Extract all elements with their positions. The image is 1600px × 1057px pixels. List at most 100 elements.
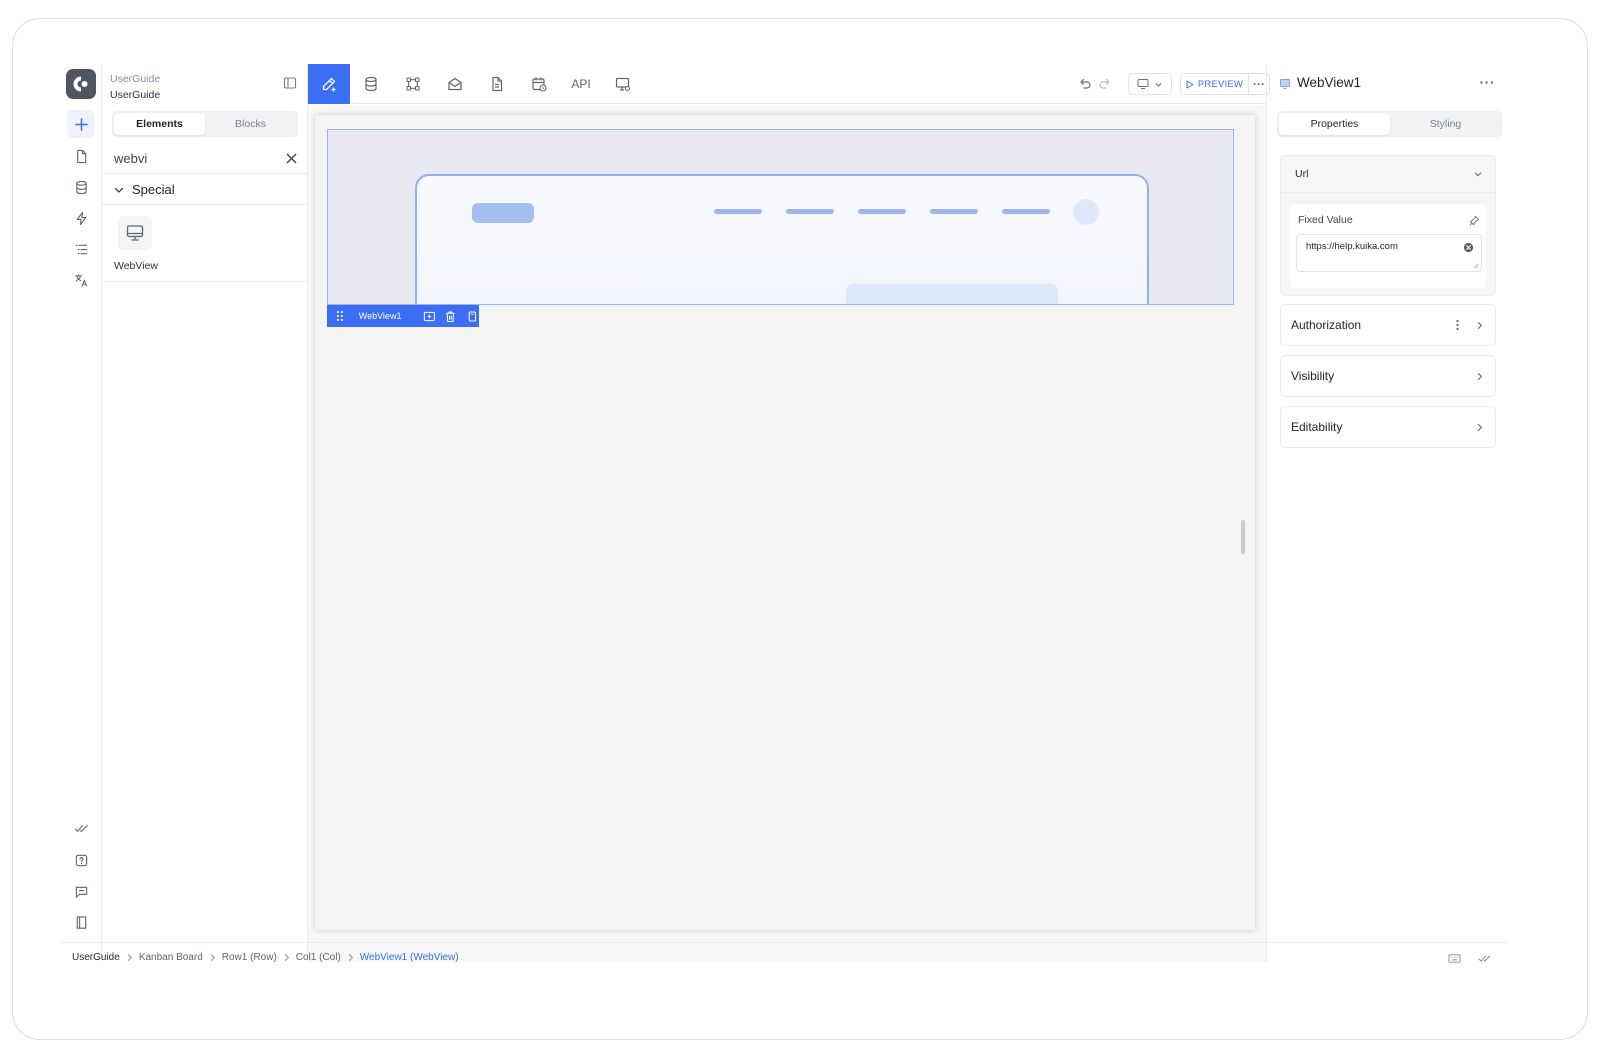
chevron-down-icon bbox=[114, 187, 124, 193]
play-icon bbox=[1186, 80, 1194, 88]
webview-element[interactable] bbox=[327, 129, 1234, 305]
elements-blocks-toggle: Elements Blocks bbox=[112, 111, 298, 137]
redo-icon[interactable] bbox=[1098, 77, 1112, 91]
section-editability[interactable]: Editability bbox=[1280, 406, 1496, 448]
device-selector[interactable] bbox=[1128, 73, 1172, 95]
app-logo[interactable] bbox=[66, 69, 96, 99]
api-button[interactable]: API bbox=[560, 64, 602, 104]
keyboard-icon[interactable] bbox=[1448, 952, 1461, 965]
status-bar: UserGuide Kanban Board Row1 (Row) Col1 (… bbox=[60, 942, 1508, 972]
url-input[interactable]: https://help.kuika.com bbox=[1296, 234, 1482, 272]
chat-icon[interactable] bbox=[67, 877, 95, 905]
element-webview[interactable]: WebView bbox=[102, 206, 308, 282]
workflow-icon[interactable] bbox=[392, 64, 434, 104]
pages-icon[interactable] bbox=[67, 142, 95, 170]
add-to-block-icon[interactable] bbox=[423, 310, 436, 323]
selected-element-name: WebView1 bbox=[358, 311, 402, 321]
properties-header: WebView1 ··· bbox=[1267, 64, 1509, 104]
breadcrumb-item[interactable]: Kanban Board bbox=[139, 952, 203, 963]
section-authorization[interactable]: Authorization bbox=[1280, 304, 1496, 346]
help-icon[interactable] bbox=[67, 846, 95, 874]
icon-rail bbox=[60, 64, 102, 962]
textarea-resize-icon[interactable] bbox=[1472, 262, 1479, 269]
chevron-right-icon bbox=[1477, 423, 1483, 432]
pin-binding-icon[interactable] bbox=[1469, 215, 1480, 226]
monitor-icon bbox=[118, 216, 152, 250]
search-input[interactable]: webvi bbox=[114, 151, 147, 166]
selected-element-title: WebView1 bbox=[1297, 75, 1362, 90]
url-section-header[interactable]: Url bbox=[1281, 156, 1495, 193]
breadcrumb-item[interactable]: Row1 (Row) bbox=[222, 952, 277, 963]
breadcrumb: UserGuide Kanban Board Row1 (Row) Col1 (… bbox=[72, 952, 459, 963]
placeholder-avatar bbox=[1073, 199, 1099, 225]
delete-icon[interactable] bbox=[444, 310, 457, 323]
tab-styling[interactable]: Styling bbox=[1390, 113, 1501, 135]
webview-element-icon bbox=[1280, 79, 1290, 89]
add-element-icon[interactable] bbox=[67, 110, 95, 138]
tab-elements[interactable]: Elements bbox=[114, 113, 205, 135]
collapse-panel-icon[interactable] bbox=[283, 76, 297, 90]
elements-panel: UserGuide UserGuide Elements Blocks webv… bbox=[102, 64, 308, 962]
group-label: Special bbox=[132, 182, 175, 197]
tab-blocks[interactable]: Blocks bbox=[205, 113, 296, 135]
docs-book-icon[interactable] bbox=[67, 908, 95, 936]
preview-label: PREVIEW bbox=[1197, 78, 1244, 90]
drag-handle-icon[interactable] bbox=[333, 309, 347, 323]
desktop-icon bbox=[1137, 79, 1149, 89]
document-icon[interactable] bbox=[476, 64, 518, 104]
data-sources-icon[interactable] bbox=[350, 64, 392, 104]
project-label: UserGuide bbox=[110, 73, 161, 85]
chevron-right-icon bbox=[1477, 372, 1483, 381]
element-search[interactable]: webvi bbox=[102, 144, 308, 174]
chevron-right-icon bbox=[348, 953, 353, 962]
duplicate-icon[interactable] bbox=[466, 310, 479, 323]
placeholder-nav-line bbox=[930, 209, 978, 214]
kebab-menu-icon[interactable] bbox=[1452, 318, 1463, 332]
database-icon[interactable] bbox=[67, 173, 95, 201]
selected-element-toolbar: WebView1 bbox=[327, 305, 479, 327]
url-fixed-value: Fixed Value https://help.kuika.com bbox=[1290, 204, 1486, 288]
design-mode-pen-icon[interactable] bbox=[308, 64, 350, 104]
section-visibility[interactable]: Visibility bbox=[1280, 355, 1496, 397]
actions-bolt-icon[interactable] bbox=[67, 204, 95, 232]
properties-styling-toggle: Properties Styling bbox=[1277, 111, 1503, 137]
designer-toolbar: API PREVIEW ··· bbox=[308, 64, 1270, 104]
properties-panel: WebView1 ··· Properties Styling Url Fixe… bbox=[1266, 64, 1508, 962]
breadcrumb-item-current[interactable]: WebView1 (WebView) bbox=[360, 952, 459, 963]
more-options-button[interactable]: ··· bbox=[1480, 74, 1496, 90]
clear-search-icon[interactable] bbox=[285, 152, 298, 165]
page-canvas[interactable]: WebView1 bbox=[315, 115, 1255, 930]
chevron-right-icon bbox=[284, 953, 289, 962]
chevron-down-icon bbox=[1474, 172, 1482, 177]
placeholder-block bbox=[846, 284, 1058, 304]
check-all-icon[interactable] bbox=[1478, 952, 1491, 965]
webview-placeholder-illustration bbox=[415, 174, 1149, 304]
group-special[interactable]: Special bbox=[102, 175, 308, 205]
preview-button[interactable]: PREVIEW bbox=[1180, 73, 1248, 95]
check-all-icon[interactable] bbox=[67, 814, 95, 842]
email-icon[interactable] bbox=[434, 64, 476, 104]
fixed-value-label: Fixed Value bbox=[1298, 214, 1353, 226]
url-value: https://help.kuika.com bbox=[1306, 241, 1398, 252]
canvas-resize-handle[interactable] bbox=[1241, 520, 1245, 554]
calendar-schedule-icon[interactable] bbox=[518, 64, 560, 104]
section-label: Authorization bbox=[1291, 318, 1362, 332]
translate-icon[interactable] bbox=[67, 266, 95, 294]
display-settings-icon[interactable] bbox=[602, 64, 644, 104]
breadcrumb-item[interactable]: Col1 (Col) bbox=[296, 952, 341, 963]
placeholder-button bbox=[472, 203, 534, 223]
project-name: UserGuide bbox=[110, 89, 161, 101]
canvas-area: WebView1 bbox=[308, 105, 1266, 962]
clear-input-icon[interactable] bbox=[1463, 242, 1474, 253]
element-label: WebView bbox=[114, 260, 158, 272]
chevron-right-icon bbox=[127, 953, 132, 962]
placeholder-nav-line bbox=[786, 209, 834, 214]
breadcrumb-item[interactable]: UserGuide bbox=[72, 952, 120, 963]
project-info: UserGuide UserGuide bbox=[110, 71, 160, 103]
app-window: UserGuide UserGuide Elements Blocks webv… bbox=[60, 64, 1538, 980]
section-label: Editability bbox=[1291, 420, 1343, 434]
undo-icon[interactable] bbox=[1078, 77, 1092, 91]
list-icon[interactable] bbox=[67, 235, 95, 263]
placeholder-nav-line bbox=[1002, 209, 1050, 214]
tab-properties[interactable]: Properties bbox=[1279, 113, 1390, 135]
